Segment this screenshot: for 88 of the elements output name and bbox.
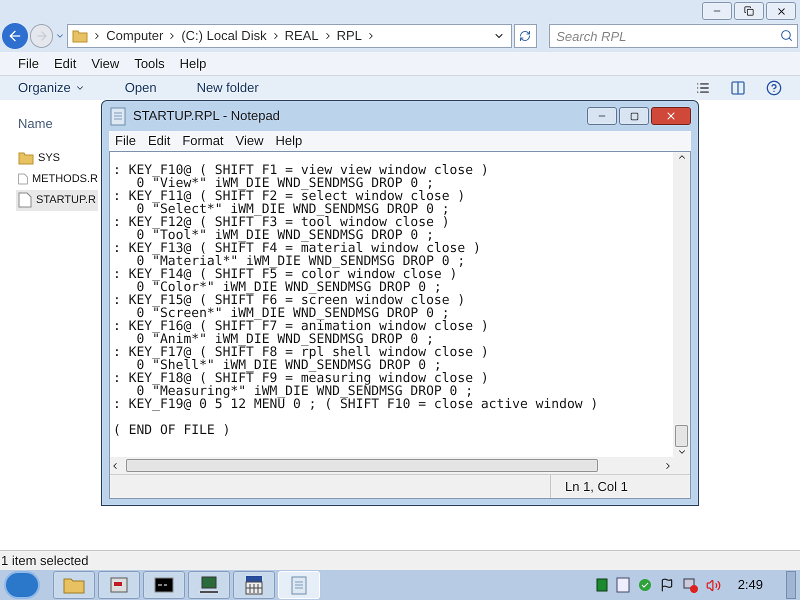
code-line: 0 "Color*" iWM_DIE WND_SENDMSG DROP 0 ; [136,281,442,294]
restore-button[interactable] [734,2,764,20]
close-icon [665,110,677,122]
document-icon [18,192,32,208]
refresh-button[interactable] [514,24,538,48]
code-line: 0 "Material*" iWM_DIE WND_SENDMSG DROP 0 ; [136,255,466,268]
menu-item[interactable]: Format [182,131,224,151]
scroll-thumb[interactable] [126,459,598,472]
taskbar-button[interactable] [143,571,185,599]
document-icon [18,171,28,187]
breadcrumb-item[interactable]: Computer [106,26,164,46]
breadcrumb-item[interactable]: RPL [336,26,362,46]
code-line: : KEY_F11@ ( SHIFT F2 = select window close ) [113,190,466,203]
close-icon [776,6,786,16]
status-text: Ln 1, Col 1 [550,475,690,498]
code-line: 0 "Select*" iWM_DIE WND_SENDMSG DROP 0 ; [136,203,451,216]
search-icon [780,29,794,42]
window-icon [110,577,128,593]
close-button[interactable] [651,107,691,125]
calculator-icon [244,575,264,595]
flag-icon [660,578,674,592]
folder-icon [18,151,34,165]
search-field[interactable]: Search RPL [549,24,798,48]
toolbar-button[interactable]: New folder [196,78,259,98]
preview-pane-icon[interactable] [730,80,746,96]
restore-icon [744,6,754,16]
folder-icon [72,29,88,43]
start-button[interactable] [4,571,40,599]
notepad-icon [109,106,127,126]
address-bar[interactable]: Computer (C:) Local Disk REAL RPL [67,24,512,48]
console-icon [154,577,174,593]
code-line: : KEY_F19@ 0 5 12 MENU 0 ; ( SHIFT F10 = close active window ) [113,398,600,411]
back-button[interactable] [2,23,28,49]
code-line: 0 "Tool*" iWM_DIE WND_SENDMSG DROP 0 ; [136,229,434,242]
folder-list-item[interactable]: SYS [16,148,98,168]
document-list-item[interactable]: STARTUP.R [16,190,98,210]
menu-item[interactable]: View [236,131,264,151]
menu-item[interactable]: Help [275,131,302,151]
code-line: : KEY_F12@ ( SHIFT F3 = tool window close ) [113,216,451,229]
shield-check-icon [638,578,652,592]
speaker-muted-icon [706,578,721,592]
folder-icon [63,576,85,594]
breadcrumb-item[interactable]: REAL [284,26,319,46]
breadcrumb-item[interactable]: (C:) Local Disk [181,26,267,46]
window-title: STARTUP.RPL - Notepad [133,107,280,126]
maximize-button[interactable] [619,107,649,125]
horizontal-scrollbar[interactable] [110,457,690,474]
maximize-icon [630,112,638,120]
scroll-thumb[interactable] [675,425,688,447]
close-button[interactable] [766,2,796,20]
code-line: ( END OF FILE ) [113,424,232,437]
view-options-icon[interactable] [696,81,710,95]
menu-item[interactable]: File [18,54,39,74]
menu-item[interactable]: Tools [134,54,165,74]
refresh-icon [519,30,532,42]
taskbar-button[interactable] [188,571,230,599]
notepad-icon [290,575,308,595]
back-arrow-icon [6,28,23,44]
code-line: 0 "Screen*" iWM_DIE WND_SENDMSG DROP 0 ; [136,307,450,320]
clock: 2:49 [738,576,763,594]
tray-app-icon [596,578,608,592]
document-icon [616,577,630,593]
status-bar: 1 item selected [0,550,800,570]
code-line: : KEY_F10@ ( SHIFT F1 = view view window close ) [113,164,490,177]
vertical-scrollbar[interactable] [673,152,690,457]
code-line: 0 "Shell*" iWM_DIE WND_SENDMSG DROP 0 ; [136,359,442,372]
code-line: : KEY_F16@ ( SHIFT F7 = animation window close ) [113,320,490,333]
menu-item[interactable]: Edit [54,54,76,74]
code-line: : KEY_F17@ ( SHIFT F8 = rpl shell window close ) [113,346,490,359]
taskbar-button[interactable] [233,571,275,599]
monitor-icon [199,576,219,594]
network-error-icon [682,577,698,593]
code-line: : KEY_F15@ ( SHIFT F6 = screen window close ) [113,294,466,307]
code-line: 0 "View*" iWM_DIE WND_SENDMSG DROP 0 ; [136,177,434,190]
organize-button[interactable]: Organize [18,78,85,98]
menu-item[interactable]: Help [180,54,206,74]
code-line: 0 "Anim*" iWM_DIE WND_SENDMSG DROP 0 ; [136,333,435,346]
code-line: : KEY_F18@ ( SHIFT F9 = measuring window close ) [113,372,490,385]
column-header[interactable]: Name [18,114,53,134]
document-list-item[interactable]: METHODS.R [16,168,98,190]
menu-item[interactable]: Edit [148,131,170,151]
help-icon[interactable] [766,80,782,96]
code-line: : KEY_F14@ ( SHIFT F5 = color window close ) [113,268,458,281]
menu-item[interactable]: File [115,131,136,151]
menu-item[interactable]: View [91,54,120,74]
code-line: : KEY_F13@ ( SHIFT F4 = material window close ) [113,242,482,255]
code-line: 0 "Measuring*" iWM_DIE WND_SENDMSG DROP 0 ; [136,385,474,398]
toolbar-button[interactable]: Open [124,78,157,98]
